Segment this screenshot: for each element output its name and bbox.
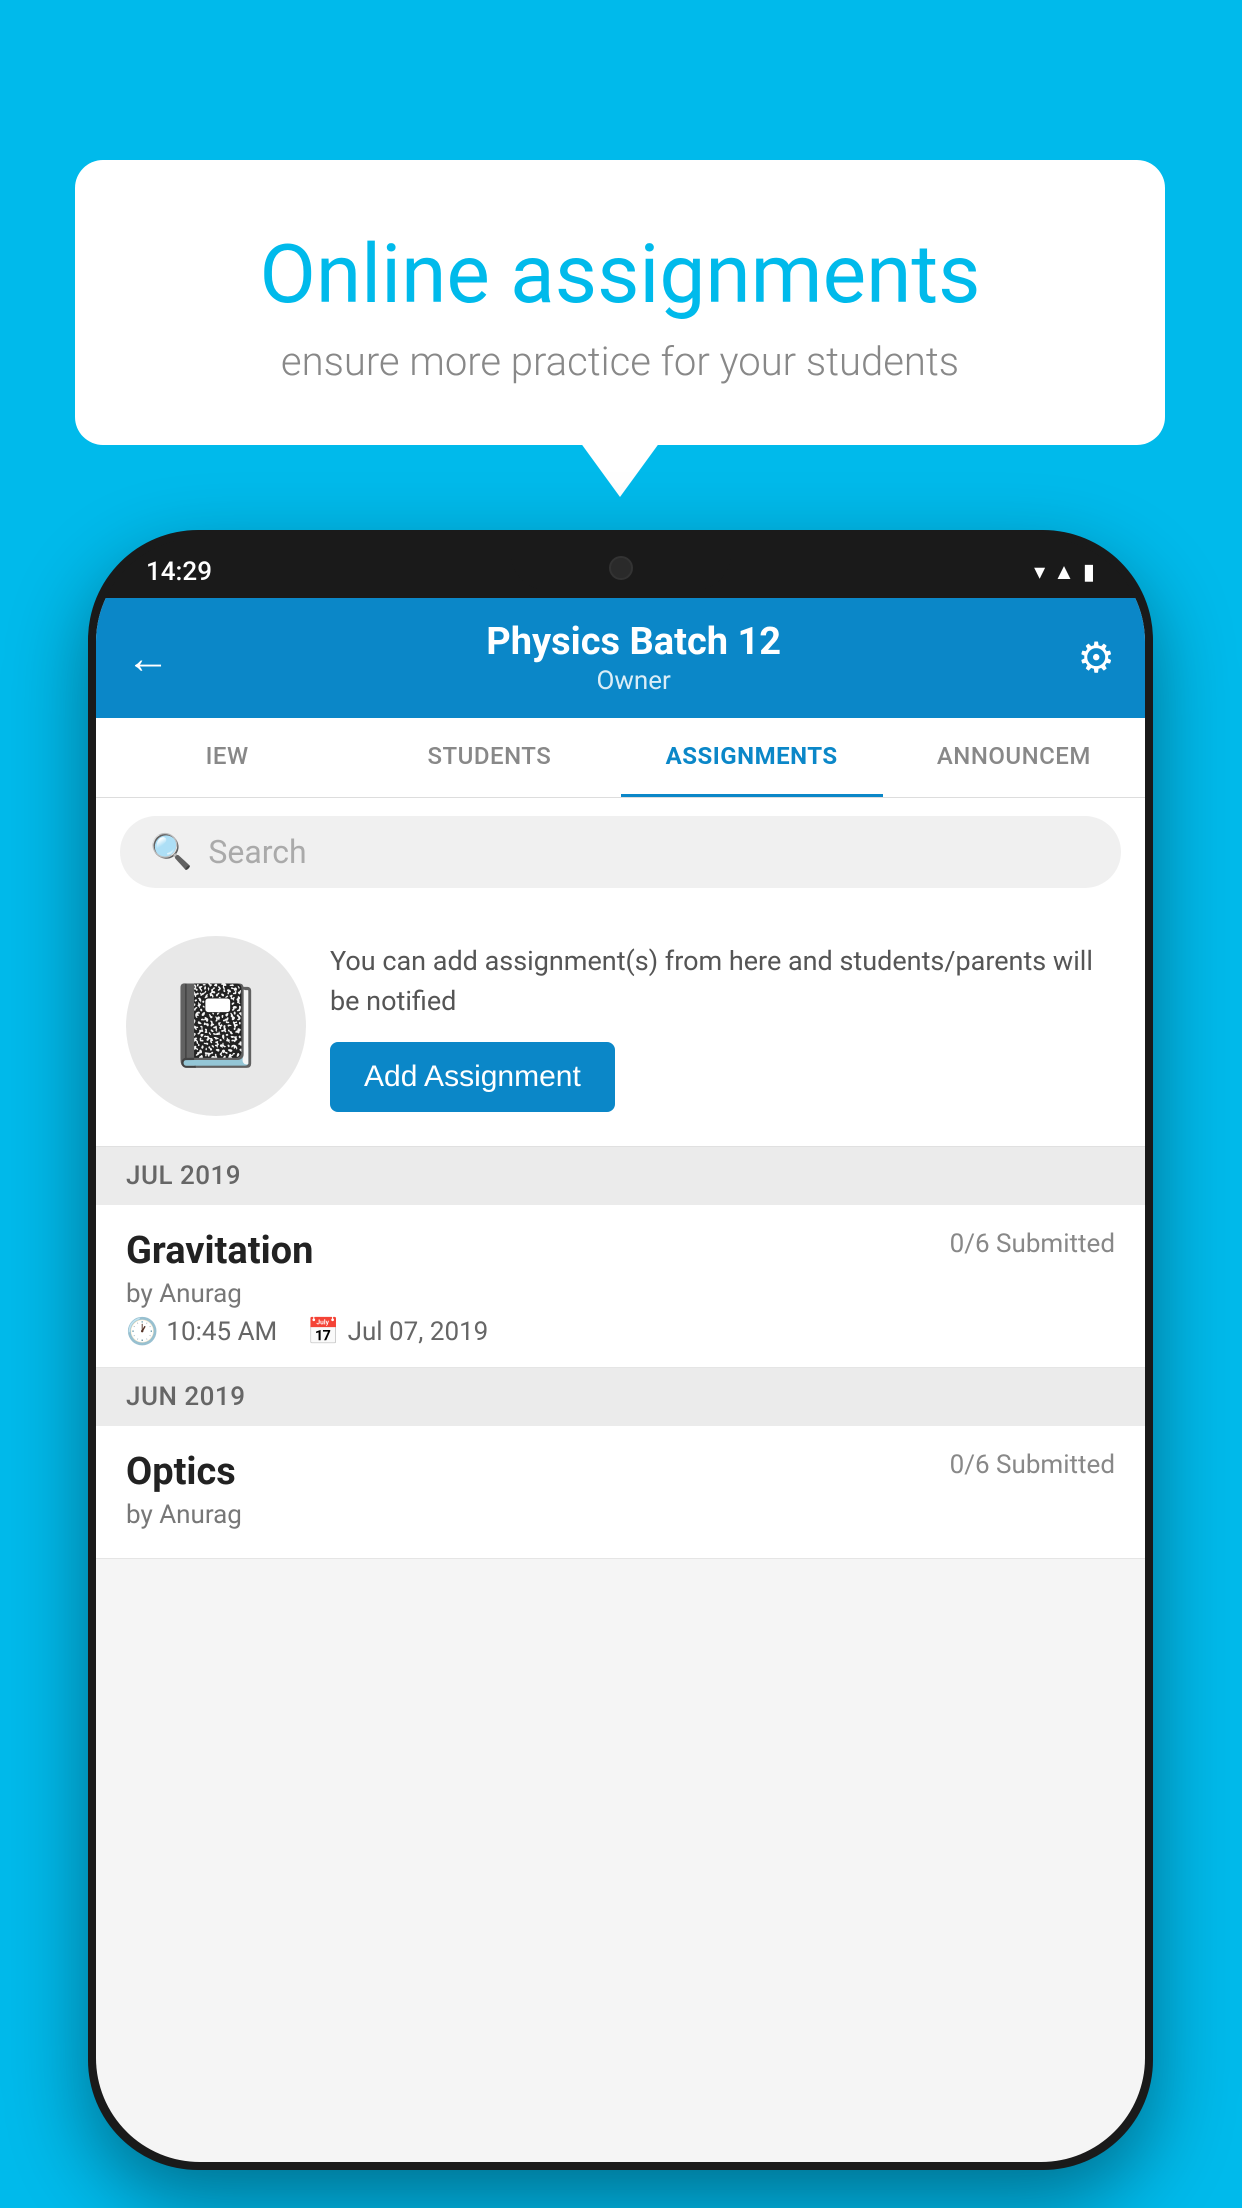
search-container: 🔍 Search bbox=[96, 798, 1145, 906]
search-bar[interactable]: 🔍 Search bbox=[120, 816, 1121, 888]
phone-inner: 14:29 ▾ ▲ ▮ ← Physics Batch 12 Owner ⚙ bbox=[96, 538, 1145, 2162]
search-icon: 🔍 bbox=[150, 832, 192, 872]
notebook-icon: 📓 bbox=[166, 979, 266, 1073]
settings-icon[interactable]: ⚙ bbox=[1077, 633, 1115, 683]
search-input[interactable]: Search bbox=[208, 833, 306, 871]
assignment-by-optics: by Anurag bbox=[126, 1500, 1115, 1530]
tab-announcements[interactable]: ANNOUNCEM bbox=[883, 718, 1145, 797]
promo-card: 📓 You can add assignment(s) from here an… bbox=[96, 906, 1145, 1147]
assignment-date: 📅 Jul 07, 2019 bbox=[307, 1317, 488, 1347]
phone-frame: 14:29 ▾ ▲ ▮ ← Physics Batch 12 Owner ⚙ bbox=[88, 530, 1153, 2170]
app-bar: ← Physics Batch 12 Owner ⚙ bbox=[96, 598, 1145, 718]
assignment-submitted-optics: 0/6 Submitted bbox=[950, 1450, 1115, 1480]
back-button[interactable]: ← bbox=[126, 632, 170, 684]
speech-bubble: Online assignments ensure more practice … bbox=[75, 160, 1165, 445]
add-assignment-button[interactable]: Add Assignment bbox=[330, 1042, 615, 1112]
assignment-by: by Anurag bbox=[126, 1279, 1115, 1309]
app-bar-subtitle: Owner bbox=[190, 666, 1077, 696]
tabs-bar: IEW STUDENTS ASSIGNMENTS ANNOUNCEM bbox=[96, 718, 1145, 798]
front-camera bbox=[609, 556, 633, 580]
section-header-jul: JUL 2019 bbox=[96, 1147, 1145, 1205]
wifi-icon: ▾ bbox=[1034, 560, 1045, 585]
assignment-name-optics: Optics bbox=[126, 1450, 236, 1494]
speech-bubble-subtitle: ensure more practice for your students bbox=[155, 338, 1085, 385]
assignment-top-row: Gravitation 0/6 Submitted bbox=[126, 1229, 1115, 1273]
clock-icon: 🕐 bbox=[126, 1317, 158, 1347]
section-header-jun: JUN 2019 bbox=[96, 1368, 1145, 1426]
promo-icon-circle: 📓 bbox=[126, 936, 306, 1116]
battery-icon: ▮ bbox=[1083, 560, 1095, 585]
promo-text-block: You can add assignment(s) from here and … bbox=[330, 941, 1115, 1112]
assignment-item-optics[interactable]: Optics 0/6 Submitted by Anurag bbox=[96, 1426, 1145, 1559]
assignment-meta: 🕐 10:45 AM 📅 Jul 07, 2019 bbox=[126, 1317, 1115, 1347]
assignment-top-row-optics: Optics 0/6 Submitted bbox=[126, 1450, 1115, 1494]
promo-description: You can add assignment(s) from here and … bbox=[330, 941, 1115, 1022]
assignment-time: 🕐 10:45 AM bbox=[126, 1317, 277, 1347]
assignment-name: Gravitation bbox=[126, 1229, 313, 1273]
speech-bubble-title: Online assignments bbox=[155, 230, 1085, 320]
assignment-item-gravitation[interactable]: Gravitation 0/6 Submitted by Anurag 🕐 10… bbox=[96, 1205, 1145, 1368]
signal-icon: ▲ bbox=[1053, 559, 1075, 585]
status-time: 14:29 bbox=[146, 557, 212, 587]
tab-iew[interactable]: IEW bbox=[96, 718, 358, 797]
tab-assignments[interactable]: ASSIGNMENTS bbox=[621, 718, 883, 797]
screen-content: ← Physics Batch 12 Owner ⚙ IEW STUDENTS … bbox=[96, 598, 1145, 2162]
speech-bubble-container: Online assignments ensure more practice … bbox=[75, 160, 1165, 445]
app-bar-title: Physics Batch 12 bbox=[190, 620, 1077, 664]
app-bar-title-block: Physics Batch 12 Owner bbox=[190, 620, 1077, 696]
assignment-submitted: 0/6 Submitted bbox=[950, 1229, 1115, 1259]
calendar-icon: 📅 bbox=[307, 1317, 339, 1347]
phone-notch bbox=[511, 538, 731, 590]
status-icons: ▾ ▲ ▮ bbox=[1034, 559, 1095, 585]
tab-students[interactable]: STUDENTS bbox=[358, 718, 620, 797]
